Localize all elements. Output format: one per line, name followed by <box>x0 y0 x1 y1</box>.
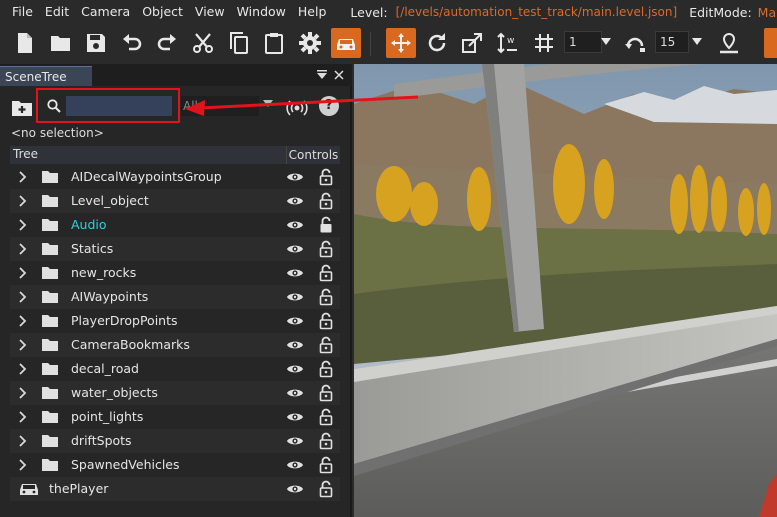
editor-window: File Edit Camera Object View Window Help… <box>0 0 777 517</box>
annotation-arrow <box>185 95 419 116</box>
